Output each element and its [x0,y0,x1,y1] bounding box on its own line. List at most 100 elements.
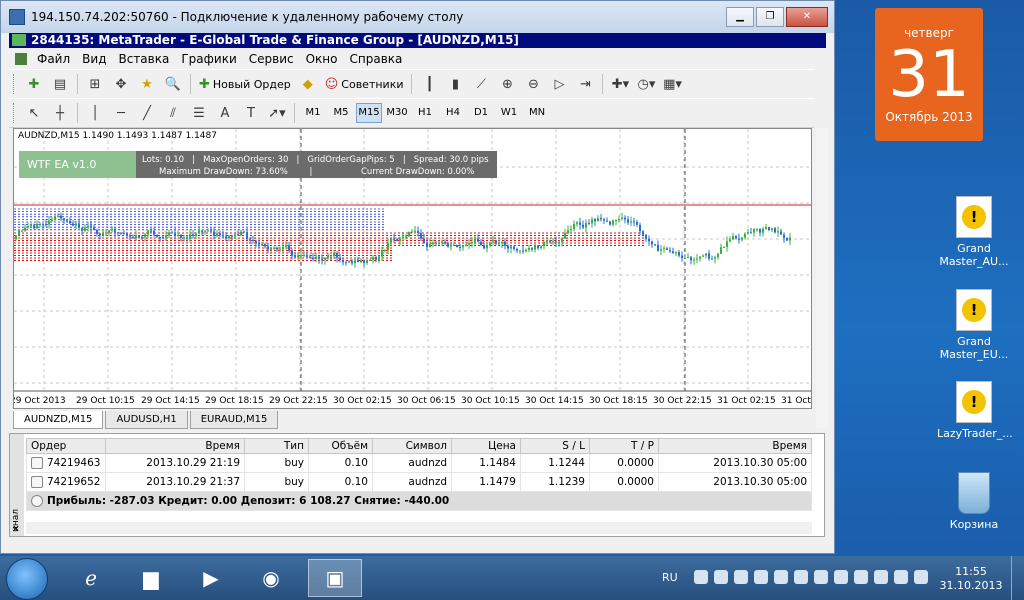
terminal-side-bar[interactable]: ✕ инал [10,434,24,536]
trendline-icon[interactable]: ╱ [136,102,158,124]
navigator-icon[interactable]: ✥ [110,73,132,95]
document-menu-icon[interactable] [15,52,27,65]
periods-icon[interactable]: ◷▾ [635,73,657,95]
channel-icon[interactable]: ⫽ [162,102,184,124]
toolbar-grip[interactable] [13,74,17,94]
minimize-button[interactable]: ▁ [726,7,754,27]
menu-file[interactable]: Файл [31,52,76,66]
tray-app-icon[interactable] [694,570,708,584]
tab-euraud-m15[interactable]: EURAUD,M15 [189,411,279,429]
tray-app-icon[interactable] [774,570,788,584]
new-order-button[interactable]: ✚ Новый Ордер [195,73,295,95]
mt4-title-bar[interactable]: 2844135: MetaTrader - E-Global Trade & F… [9,33,826,48]
battery-icon[interactable] [874,570,888,584]
tray-app-icon[interactable] [814,570,828,584]
calendar-gadget[interactable]: четверг 31 Октябрь 2013 [875,8,983,141]
internet-explorer-icon[interactable]: ℯ [64,559,118,597]
profiles-icon[interactable]: ▤ [49,73,71,95]
col-volume[interactable]: Объём [308,438,373,454]
expert-advisors-button[interactable]: ☺ Советники [321,73,408,95]
volume-mute-icon[interactable] [894,570,908,584]
rdp-title-bar[interactable]: 194.150.74.202:50760 - Подключение к уда… [1,1,834,33]
col-symbol[interactable]: Символ [372,438,452,454]
fibonacci-icon[interactable]: ☰ [188,102,210,124]
crosshair-icon[interactable]: ┼ [49,102,71,124]
menu-window[interactable]: Окно [300,52,344,66]
desktop-icon-grand-master-eu[interactable]: ! Grand Master_EU... [937,289,1011,361]
desktop-icon-lazytrader[interactable]: ! LazyTrader_... [937,381,1013,440]
col-type[interactable]: Тип [244,438,309,454]
desktop-icon-recycle-bin[interactable]: Корзина [937,472,1011,531]
templates-icon[interactable]: ▦▾ [661,73,683,95]
tray-app-icon[interactable] [914,570,928,584]
table-row[interactable]: 74219463 2013.10.29 21:19 buy 0.10 audnz… [26,453,812,473]
tab-audnzd-m15[interactable]: AUDNZD,M15 [13,411,104,429]
zoom-in-icon[interactable]: ⊕ [496,73,518,95]
clock[interactable]: 11:55 31.10.2013 [936,565,1006,593]
timeframe-h1[interactable]: H1 [412,103,438,123]
file-explorer-icon[interactable]: ▆ [124,559,178,597]
strategy-tester-icon[interactable]: 🔍 [162,73,184,95]
menu-insert[interactable]: Вставка [112,52,175,66]
remote-desktop-icon[interactable]: ▣ [308,559,362,597]
metaeditor-icon[interactable]: ◆ [297,73,319,95]
media-player-icon[interactable]: ▶ [184,559,238,597]
indicators-icon[interactable]: ✚▾ [609,73,631,95]
terminal-horizontal-scrollbar[interactable] [26,522,812,534]
col-order[interactable]: Ордер [26,438,106,454]
arrows-icon[interactable]: ➚▾ [266,102,288,124]
timeframe-d1[interactable]: D1 [468,103,494,123]
candle-body [279,249,281,251]
timeframe-h4[interactable]: H4 [440,103,466,123]
language-indicator[interactable]: RU [662,571,678,584]
col-tp[interactable]: T / P [589,438,659,454]
tray-app-icon[interactable] [734,570,748,584]
chart-shift-icon[interactable]: ⇥ [574,73,596,95]
tray-app-icon[interactable] [794,570,808,584]
bar-chart-icon[interactable]: ┃ [418,73,440,95]
toolbar-grip[interactable] [13,103,17,123]
candlestick-icon[interactable]: ▮ [444,73,466,95]
tray-app-icon[interactable] [714,570,728,584]
table-row[interactable]: 74219652 2013.10.29 21:37 buy 0.10 audnz… [26,472,812,492]
price-chart[interactable]: AUDNZD,M15 1.1490 1.1493 1.1487 1.1487 W… [13,128,812,409]
x-axis-label: 30 Oct 10:15 [461,396,520,406]
timeframe-m5[interactable]: M5 [328,103,354,123]
text-icon[interactable]: A [214,102,236,124]
close-button[interactable]: ✕ [786,7,828,27]
text-label-icon[interactable]: T [240,102,262,124]
tab-audusd-h1[interactable]: AUDUSD,H1 [105,411,188,429]
chart-vertical-scrollbar[interactable] [816,128,828,428]
line-chart-icon[interactable]: ⟋ [470,73,492,95]
horizontal-line-icon[interactable]: ─ [110,102,132,124]
col-time[interactable]: Время [105,438,245,454]
autoscroll-icon[interactable]: ▷ [548,73,570,95]
flag-icon[interactable] [754,570,768,584]
favorites-icon[interactable]: ★ [136,73,158,95]
vertical-line-icon[interactable]: │ [84,102,106,124]
menu-help[interactable]: Справка [344,52,409,66]
timeframe-m1[interactable]: M1 [300,103,326,123]
chrome-icon[interactable]: ◉ [244,559,298,597]
timeframe-w1[interactable]: W1 [496,103,522,123]
network-icon[interactable] [854,570,868,584]
security-icon[interactable] [834,570,848,584]
menu-charts[interactable]: Графики [175,52,242,66]
new-chart-icon[interactable]: ✚ [23,73,45,95]
start-button[interactable] [6,558,48,600]
col-sl[interactable]: S / L [520,438,590,454]
col-price[interactable]: Цена [451,438,521,454]
cursor-icon[interactable]: ↖ [23,102,45,124]
restore-button[interactable]: ❐ [756,7,784,27]
menu-view[interactable]: Вид [76,52,112,66]
show-desktop-button[interactable] [1011,556,1024,600]
timeframe-mn[interactable]: MN [524,103,550,123]
menu-tools[interactable]: Сервис [243,52,300,66]
market-watch-icon[interactable]: ⊞ [84,73,106,95]
timeframe-m15[interactable]: M15 [356,103,382,123]
timeframe-m30[interactable]: M30 [384,103,410,123]
desktop-icon-grand-master-au[interactable]: ! Grand Master_AU... [937,196,1011,268]
col-time2[interactable]: Время [658,438,812,454]
order-type: buy [244,453,309,473]
zoom-out-icon[interactable]: ⊖ [522,73,544,95]
